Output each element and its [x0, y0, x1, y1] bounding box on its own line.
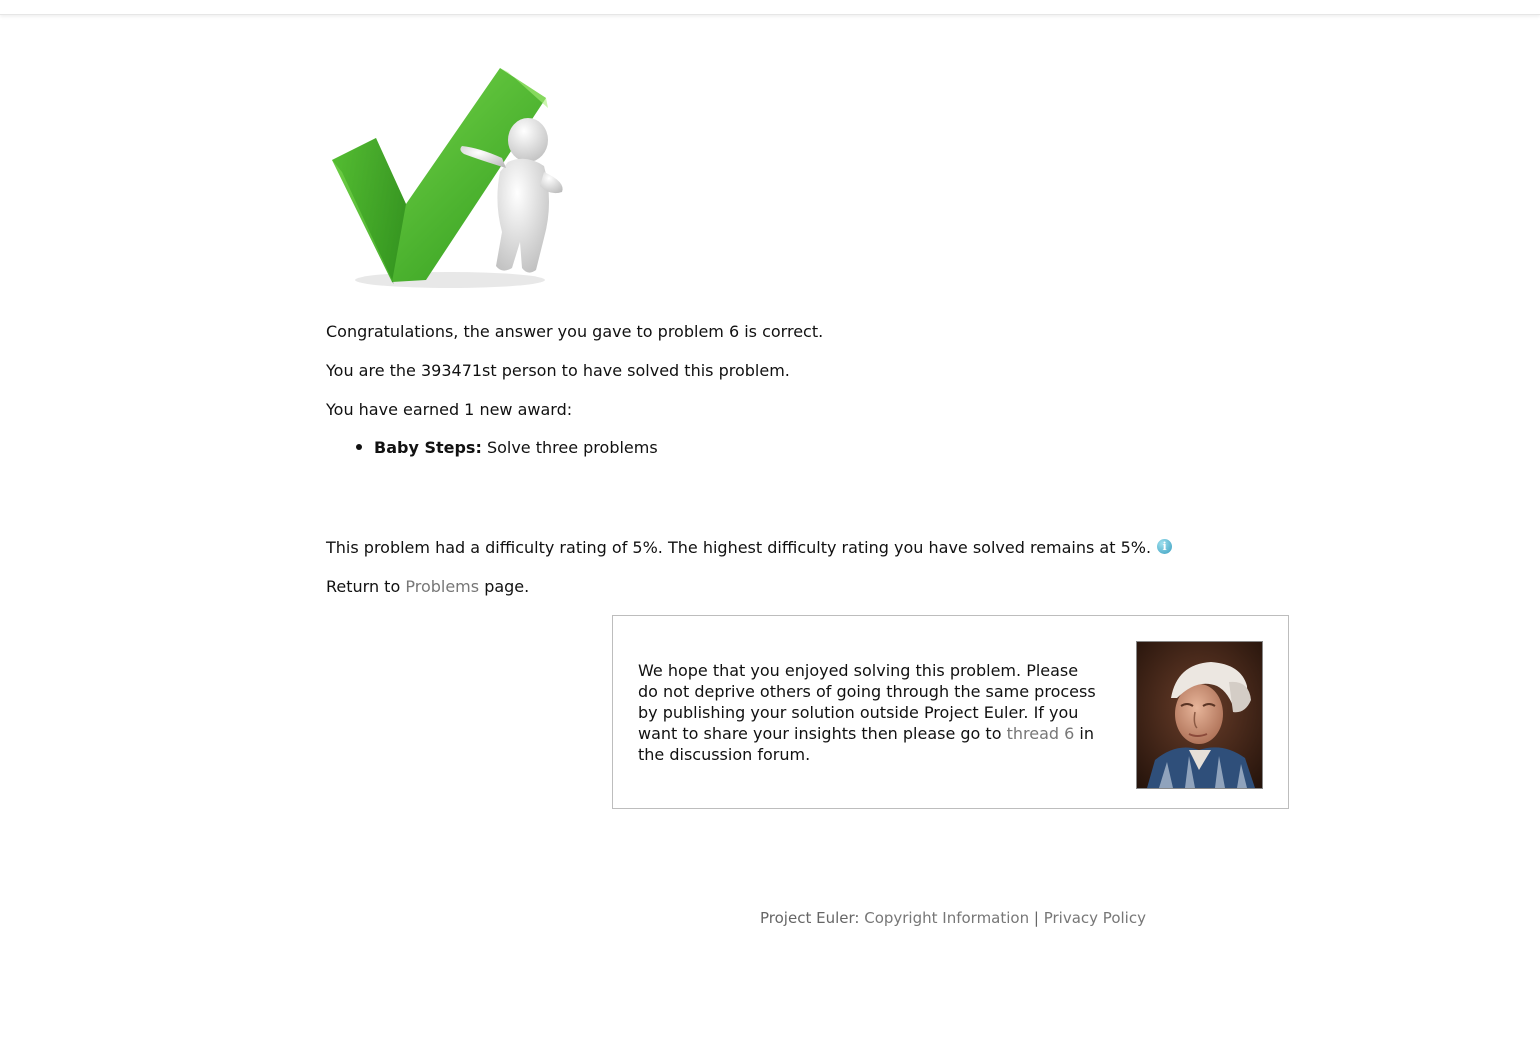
awards-intro: You have earned 1 new award:	[326, 400, 573, 419]
correct-message: Congratulations, the answer you gave to …	[326, 322, 824, 341]
return-suffix: page.	[484, 577, 530, 596]
rank-message: You are the 393471st person to have solv…	[326, 361, 790, 380]
privacy-link[interactable]: Privacy Policy	[1044, 909, 1146, 927]
checkmark-with-figure-icon	[332, 68, 563, 288]
return-prefix: Return to	[326, 577, 401, 596]
award-description: Solve three problems	[486, 438, 658, 457]
top-bar	[0, 0, 1540, 15]
footer: Project Euler: Copyright Information | P…	[760, 908, 1146, 928]
problems-link[interactable]: Problems	[405, 577, 479, 596]
forum-notice-box: We hope that you enjoyed solving this pr…	[612, 615, 1289, 809]
difficulty-line: This problem had a difficulty rating of …	[326, 538, 1173, 558]
footer-separator: |	[1033, 909, 1039, 927]
list-item: Baby Steps: Solve three problems	[356, 438, 658, 458]
footer-prefix: Project Euler:	[760, 909, 860, 927]
info-icon[interactable]: i	[1157, 539, 1173, 554]
bullet-icon	[356, 443, 362, 450]
forum-notice-text: We hope that you enjoyed solving this pr…	[638, 660, 1100, 765]
copyright-link[interactable]: Copyright Information	[864, 909, 1029, 927]
thread-link[interactable]: thread 6	[1007, 724, 1075, 743]
difficulty-text: This problem had a difficulty rating of …	[326, 538, 1152, 557]
return-line: Return to Problems page.	[326, 577, 529, 597]
award-name: Baby Steps:	[374, 438, 482, 457]
euler-portrait	[1136, 641, 1263, 789]
